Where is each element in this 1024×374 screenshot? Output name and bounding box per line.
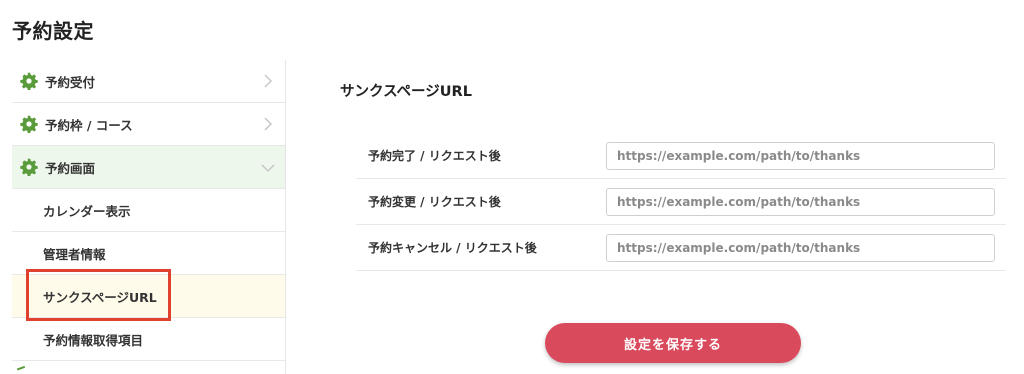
thanks-url-cancel-input[interactable]: [606, 233, 995, 262]
sidebar-item-label: 予約画面: [45, 160, 96, 176]
sidebar-item-label: 予約情報取得項目: [43, 332, 144, 348]
sidebar-item-label: サンクスページURL: [43, 289, 157, 305]
save-settings-button[interactable]: 設定を保存する: [545, 323, 801, 363]
sidebar-item-label: 予約受付: [45, 74, 96, 90]
sidebar-item-slots-courses[interactable]: 予約枠 / コース: [12, 103, 285, 146]
sidebar-item-admin-info[interactable]: 管理者情報: [12, 232, 285, 275]
sidebar-item-thanks-page-url[interactable]: サンクスページURL: [12, 275, 285, 318]
chevron-right-icon: [264, 117, 273, 131]
sidebar-item-calendar-display[interactable]: カレンダー表示: [12, 189, 285, 232]
form-row-change: 予約変更 / リクエスト後: [356, 179, 1006, 225]
gear-icon: [20, 158, 38, 176]
gear-icon: [20, 72, 38, 90]
sidebar-item-reservation-acceptance[interactable]: 予約受付: [12, 60, 285, 103]
field-label: 予約変更 / リクエスト後: [368, 195, 501, 209]
field-label: 予約キャンセル / リクエスト後: [368, 241, 537, 255]
field-label: 予約完了 / リクエスト後: [368, 149, 501, 163]
sidebar-item-reservation-fields[interactable]: 予約情報取得項目: [12, 318, 285, 361]
page-title: 予約設定: [12, 19, 94, 43]
chevron-right-icon: [264, 74, 273, 88]
sidebar-item-label: 予約枠 / コース: [45, 117, 133, 133]
sidebar-item-reservation-screen[interactable]: 予約画面: [12, 146, 285, 189]
sidebar-item-label: カレンダー表示: [43, 203, 131, 219]
gear-icon: [20, 115, 38, 133]
chevron-down-icon: [261, 164, 275, 173]
sidebar: 予約受付 予約枠 / コース 予約画面 カレンダー表示 管理者情報 サンクスペー…: [12, 60, 286, 374]
form-row-complete: 予約完了 / リクエスト後: [356, 133, 1006, 179]
sidebar-item-label: 管理者情報: [43, 246, 106, 262]
thanks-url-complete-input[interactable]: [606, 141, 995, 170]
thanks-url-form: 予約完了 / リクエスト後 予約変更 / リクエスト後 予約キャンセル / リク…: [356, 133, 1006, 271]
thanks-url-change-input[interactable]: [606, 187, 995, 216]
form-row-cancel: 予約キャンセル / リクエスト後: [356, 225, 1006, 271]
section-title: サンクスページURL: [340, 84, 472, 100]
